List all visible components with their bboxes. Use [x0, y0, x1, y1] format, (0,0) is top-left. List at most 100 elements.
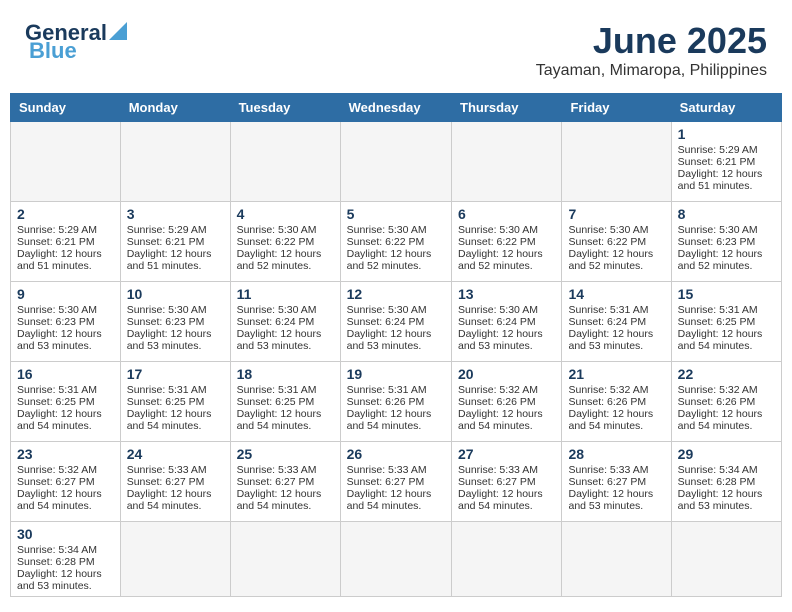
page-header: General Blue June 2025 Tayaman, Mimaropa… — [10, 10, 782, 85]
day-number: 3 — [127, 206, 224, 222]
calendar-row: 2Sunrise: 5:29 AMSunset: 6:21 PMDaylight… — [11, 202, 782, 282]
day-number: 7 — [568, 206, 664, 222]
table-row — [452, 122, 562, 202]
day-number: 4 — [237, 206, 334, 222]
header-saturday: Saturday — [671, 94, 781, 122]
sunrise-text: Sunrise: 5:34 AM — [17, 544, 97, 556]
sunset-text: Sunset: 6:25 PM — [127, 396, 205, 408]
day-number: 1 — [678, 126, 775, 142]
minutes-text: and 53 minutes. — [568, 340, 643, 352]
sunrise-text: Sunrise: 5:29 AM — [17, 224, 97, 236]
table-row: 13Sunrise: 5:30 AMSunset: 6:24 PMDayligh… — [452, 282, 562, 362]
minutes-text: and 51 minutes. — [678, 180, 753, 192]
daylight-text: Daylight: 12 hours — [17, 568, 102, 580]
table-row — [452, 522, 562, 597]
table-row: 17Sunrise: 5:31 AMSunset: 6:25 PMDayligh… — [120, 362, 230, 442]
sunset-text: Sunset: 6:23 PM — [17, 316, 95, 328]
minutes-text: and 54 minutes. — [17, 420, 92, 432]
day-number: 5 — [347, 206, 445, 222]
day-number: 14 — [568, 286, 664, 302]
minutes-text: and 52 minutes. — [678, 260, 753, 272]
table-row: 24Sunrise: 5:33 AMSunset: 6:27 PMDayligh… — [120, 442, 230, 522]
day-number: 27 — [458, 446, 555, 462]
day-number: 17 — [127, 366, 224, 382]
table-row: 28Sunrise: 5:33 AMSunset: 6:27 PMDayligh… — [562, 442, 671, 522]
minutes-text: and 53 minutes. — [17, 340, 92, 352]
table-row: 11Sunrise: 5:30 AMSunset: 6:24 PMDayligh… — [230, 282, 340, 362]
day-number: 6 — [458, 206, 555, 222]
minutes-text: and 52 minutes. — [458, 260, 533, 272]
table-row: 12Sunrise: 5:30 AMSunset: 6:24 PMDayligh… — [340, 282, 451, 362]
day-number: 28 — [568, 446, 664, 462]
minutes-text: and 54 minutes. — [237, 500, 312, 512]
table-row: 4Sunrise: 5:30 AMSunset: 6:22 PMDaylight… — [230, 202, 340, 282]
daylight-text: Daylight: 12 hours — [127, 328, 212, 340]
day-number: 16 — [17, 366, 114, 382]
table-row — [340, 122, 451, 202]
daylight-text: Daylight: 12 hours — [458, 328, 543, 340]
title-section: June 2025 Tayaman, Mimaropa, Philippines — [536, 20, 767, 80]
minutes-text: and 53 minutes. — [678, 500, 753, 512]
table-row — [120, 122, 230, 202]
daylight-text: Daylight: 12 hours — [678, 168, 763, 180]
location: Tayaman, Mimaropa, Philippines — [536, 62, 767, 80]
sunrise-text: Sunrise: 5:32 AM — [17, 464, 97, 476]
sunrise-text: Sunrise: 5:30 AM — [17, 304, 97, 316]
table-row — [671, 522, 781, 597]
day-number: 11 — [237, 286, 334, 302]
daylight-text: Daylight: 12 hours — [568, 248, 653, 260]
minutes-text: and 54 minutes. — [127, 500, 202, 512]
daylight-text: Daylight: 12 hours — [237, 488, 322, 500]
sunrise-text: Sunrise: 5:30 AM — [458, 224, 538, 236]
minutes-text: and 54 minutes. — [347, 420, 422, 432]
sunset-text: Sunset: 6:24 PM — [458, 316, 536, 328]
sunset-text: Sunset: 6:27 PM — [17, 476, 95, 488]
daylight-text: Daylight: 12 hours — [678, 248, 763, 260]
daylight-text: Daylight: 12 hours — [458, 488, 543, 500]
table-row — [11, 122, 121, 202]
daylight-text: Daylight: 12 hours — [458, 408, 543, 420]
minutes-text: and 54 minutes. — [458, 500, 533, 512]
sunset-text: Sunset: 6:21 PM — [17, 236, 95, 248]
minutes-text: and 54 minutes. — [127, 420, 202, 432]
daylight-text: Daylight: 12 hours — [237, 328, 322, 340]
minutes-text: and 52 minutes. — [237, 260, 312, 272]
sunrise-text: Sunrise: 5:33 AM — [347, 464, 427, 476]
table-row: 14Sunrise: 5:31 AMSunset: 6:24 PMDayligh… — [562, 282, 671, 362]
calendar-row: 16Sunrise: 5:31 AMSunset: 6:25 PMDayligh… — [11, 362, 782, 442]
calendar-row: 9Sunrise: 5:30 AMSunset: 6:23 PMDaylight… — [11, 282, 782, 362]
header-wednesday: Wednesday — [340, 94, 451, 122]
sunset-text: Sunset: 6:25 PM — [17, 396, 95, 408]
sunrise-text: Sunrise: 5:30 AM — [237, 224, 317, 236]
table-row: 29Sunrise: 5:34 AMSunset: 6:28 PMDayligh… — [671, 442, 781, 522]
minutes-text: and 51 minutes. — [127, 260, 202, 272]
daylight-text: Daylight: 12 hours — [678, 408, 763, 420]
sunrise-text: Sunrise: 5:33 AM — [458, 464, 538, 476]
daylight-text: Daylight: 12 hours — [237, 248, 322, 260]
sunset-text: Sunset: 6:27 PM — [347, 476, 425, 488]
table-row: 8Sunrise: 5:30 AMSunset: 6:23 PMDaylight… — [671, 202, 781, 282]
sunset-text: Sunset: 6:28 PM — [17, 556, 95, 568]
sunrise-text: Sunrise: 5:30 AM — [347, 304, 427, 316]
sunrise-text: Sunrise: 5:31 AM — [127, 384, 207, 396]
sunrise-text: Sunrise: 5:32 AM — [678, 384, 758, 396]
daylight-text: Daylight: 12 hours — [347, 328, 432, 340]
table-row — [120, 522, 230, 597]
sunset-text: Sunset: 6:26 PM — [458, 396, 536, 408]
sunrise-text: Sunrise: 5:30 AM — [458, 304, 538, 316]
sunrise-text: Sunrise: 5:29 AM — [678, 144, 758, 156]
table-row: 2Sunrise: 5:29 AMSunset: 6:21 PMDaylight… — [11, 202, 121, 282]
sunset-text: Sunset: 6:26 PM — [347, 396, 425, 408]
table-row — [562, 122, 671, 202]
sunrise-text: Sunrise: 5:33 AM — [237, 464, 317, 476]
day-number: 21 — [568, 366, 664, 382]
day-number: 19 — [347, 366, 445, 382]
table-row: 23Sunrise: 5:32 AMSunset: 6:27 PMDayligh… — [11, 442, 121, 522]
minutes-text: and 53 minutes. — [127, 340, 202, 352]
table-row — [340, 522, 451, 597]
sunrise-text: Sunrise: 5:32 AM — [568, 384, 648, 396]
daylight-text: Daylight: 12 hours — [568, 328, 653, 340]
table-row: 21Sunrise: 5:32 AMSunset: 6:26 PMDayligh… — [562, 362, 671, 442]
sunrise-text: Sunrise: 5:31 AM — [237, 384, 317, 396]
sunrise-text: Sunrise: 5:32 AM — [458, 384, 538, 396]
